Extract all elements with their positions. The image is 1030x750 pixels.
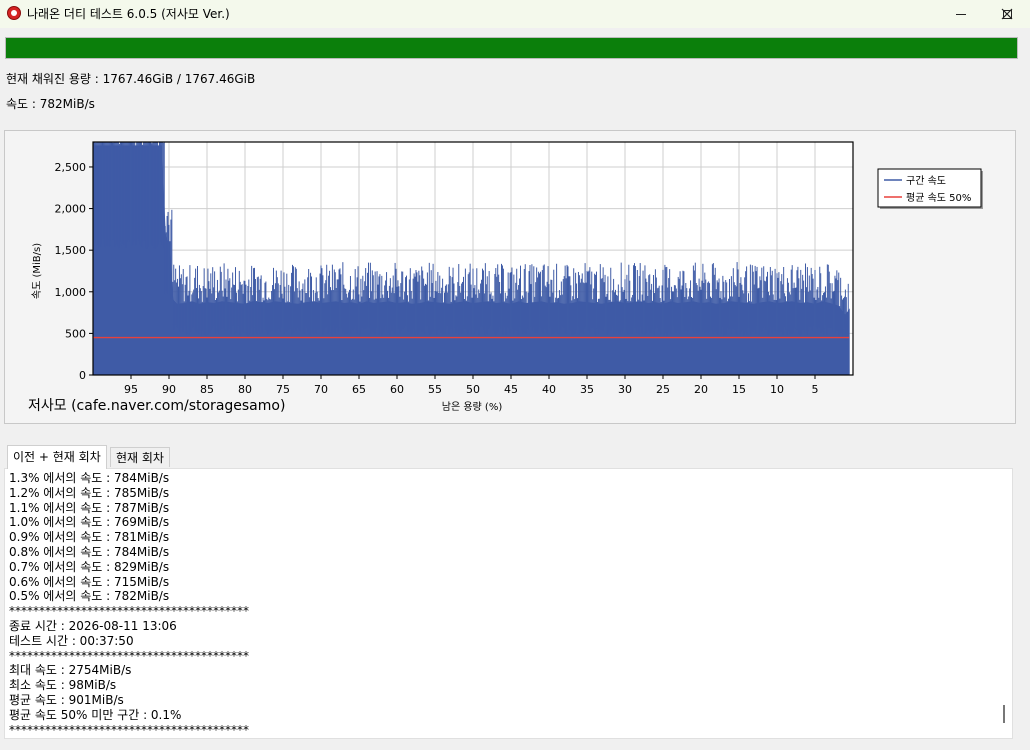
- window-title: 나래온 더티 테스트 6.0.5 (저사모 Ver.): [27, 7, 230, 21]
- x-tick-label: 85: [200, 383, 214, 396]
- y-tick-label: 500: [65, 327, 86, 340]
- log-line: 0.6% 에서의 속도 : 715MiB/s: [9, 574, 170, 589]
- x-tick-label: 15: [732, 383, 746, 396]
- chart-watermark: 저사모 (cafe.naver.com/storagesamo): [28, 398, 285, 414]
- capacity-status: 현재 채워진 용량 : 1767.46GiB / 1767.46GiB: [6, 72, 256, 86]
- legend-label: 평균 속도 50%: [906, 192, 971, 204]
- x-tick-label: 5: [812, 383, 819, 396]
- log-line: 1.3% 에서의 속도 : 784MiB/s: [9, 471, 170, 485]
- log-line: 0.5% 에서의 속도 : 782MiB/s: [9, 589, 170, 604]
- log-line: 평균 속도 : 901MiB/s: [9, 692, 124, 707]
- speed-chart-panel: 0 500 1,000 1,500 2,000 2,500 95 90 85 80 75 70 65 60…: [4, 130, 1016, 424]
- x-axis-label: 남은 용량 (%): [442, 401, 503, 413]
- log-line: ****************************************: [9, 722, 249, 737]
- log-line: ****************************************: [9, 604, 249, 619]
- log-lines: 1.3% 에서의 속도 : 784MiB/s 1.2% 에서의 속도 : 785M…: [9, 471, 249, 737]
- log-line: 테스트 시간 : 00:37:50: [9, 633, 134, 648]
- y-axis-label: 속도 (MiB/s): [31, 243, 43, 299]
- x-tick-label: 30: [618, 383, 632, 396]
- speed-status: 속도 : 782MiB/s: [6, 97, 95, 111]
- y-tick-label: 1,000: [55, 286, 87, 299]
- y-tick-label: 2,000: [55, 203, 87, 216]
- x-tick-label: 25: [656, 383, 670, 396]
- y-tick-label: 0: [79, 369, 86, 382]
- log-line: 종료 시간 : 2026-08-11 13:06: [9, 618, 177, 633]
- x-tick-label: 50: [466, 383, 480, 396]
- legend-label: 구간 속도: [906, 175, 946, 187]
- app-icon: [7, 6, 21, 20]
- x-tick-label: 65: [352, 383, 366, 396]
- progress-fill: [6, 38, 1017, 58]
- log-output[interactable]: 1.3% 에서의 속도 : 784MiB/s 1.2% 에서의 속도 : 785M…: [4, 468, 1013, 739]
- log-line: 1.2% 에서의 속도 : 785MiB/s: [9, 485, 170, 500]
- x-tick-label: 35: [580, 383, 594, 396]
- log-line: 평균 속도 50% 미만 구간 : 0.1%: [9, 707, 182, 722]
- log-line: 0.9% 에서의 속도 : 781MiB/s: [9, 530, 170, 545]
- log-line: 1.0% 에서의 속도 : 769MiB/s: [9, 515, 170, 530]
- title-bar: 나래온 더티 테스트 6.0.5 (저사모 Ver.): [0, 0, 1030, 28]
- x-tick-label: 20: [694, 383, 708, 396]
- x-tick-label: 75: [276, 383, 290, 396]
- minimize-icon: [956, 13, 966, 15]
- x-tick-label: 55: [428, 383, 442, 396]
- close-button[interactable]: [984, 0, 1030, 28]
- fill-progress-bar: [5, 37, 1018, 59]
- y-tick-label: 1,500: [55, 244, 87, 257]
- log-line: 0.8% 에서의 속도 : 784MiB/s: [9, 544, 170, 559]
- x-tick-label: 95: [124, 383, 138, 396]
- log-scrollbar-thumb[interactable]: [1003, 705, 1005, 723]
- log-line: 1.1% 에서의 속도 : 787MiB/s: [9, 500, 170, 515]
- tab-previous-and-current[interactable]: 이전 + 현재 회차: [7, 445, 107, 469]
- close-icon: [1001, 8, 1013, 20]
- x-tick-label: 40: [542, 383, 556, 396]
- x-tick-label: 90: [162, 383, 176, 396]
- x-tick-label: 80: [238, 383, 252, 396]
- x-tick-label: 60: [390, 383, 404, 396]
- minimize-button[interactable]: [938, 0, 984, 28]
- tab-current[interactable]: 현재 회차: [110, 447, 170, 467]
- log-line: 최소 속도 : 98MiB/s: [9, 678, 117, 693]
- log-line: ****************************************: [9, 648, 249, 663]
- x-tick-label: 70: [314, 383, 328, 396]
- x-tick-label: 10: [770, 383, 784, 396]
- log-line: 0.7% 에서의 속도 : 829MiB/s: [9, 559, 170, 574]
- y-tick-label: 2,500: [55, 161, 87, 174]
- speed-chart: 0 500 1,000 1,500 2,000 2,500 95 90 85 80 75 70 65 60…: [28, 141, 983, 414]
- x-tick-label: 45: [504, 383, 518, 396]
- log-line: 최대 속도 : 2754MiB/s: [9, 663, 132, 678]
